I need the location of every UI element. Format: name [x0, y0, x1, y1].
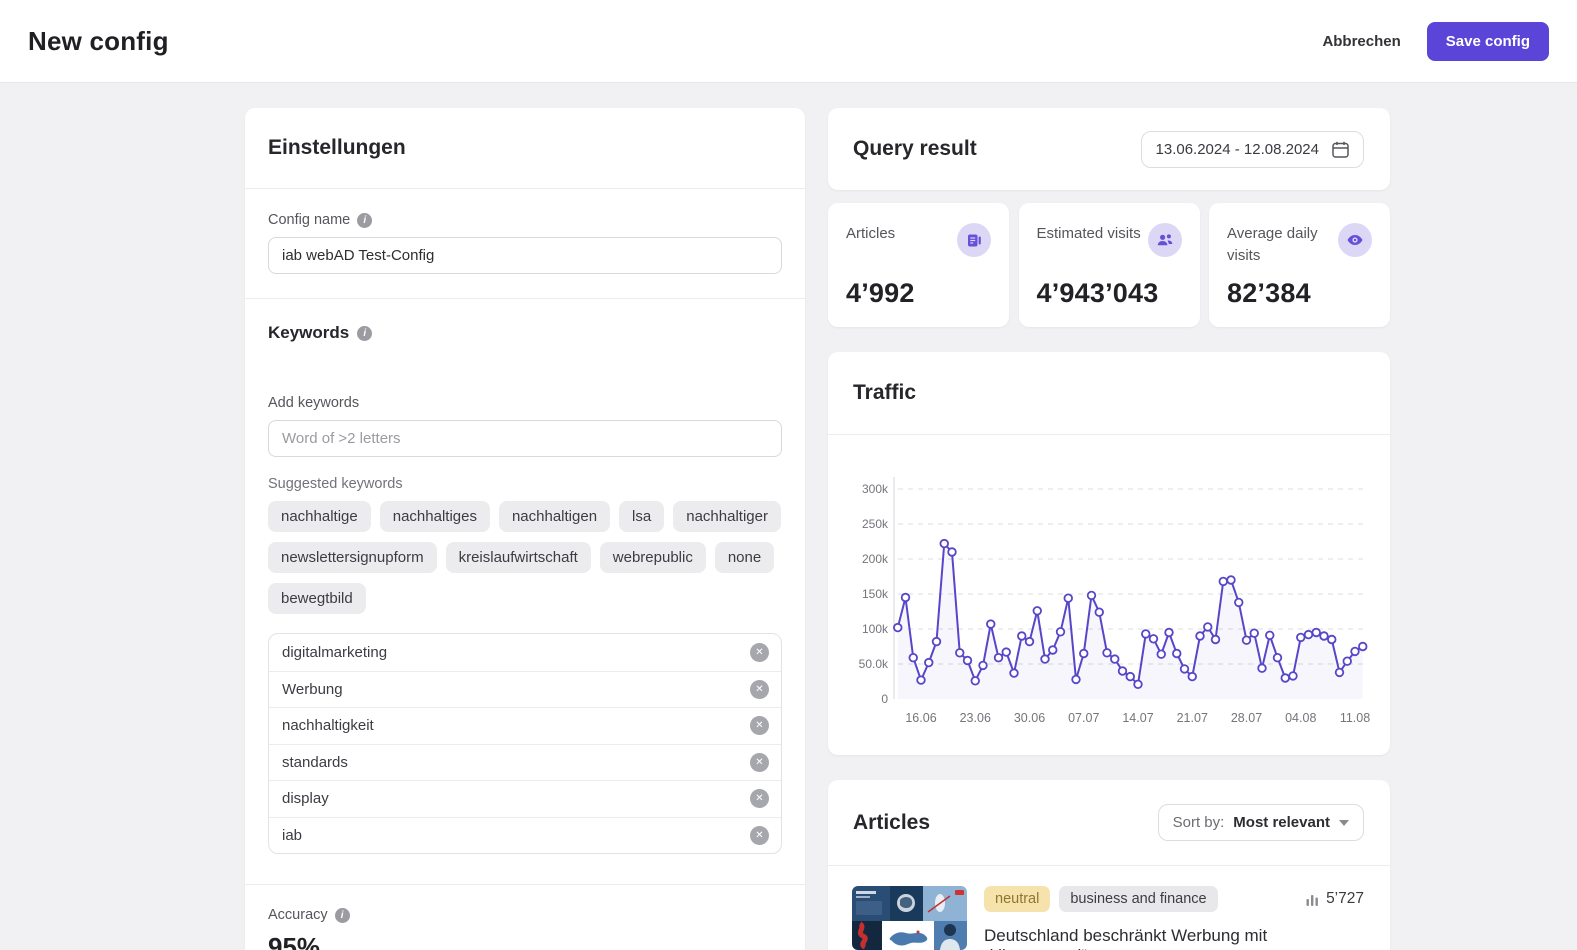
svg-text:11.08: 11.08	[1340, 711, 1370, 725]
suggested-keyword-chip[interactable]: bewegtbild	[268, 583, 366, 614]
remove-keyword-icon[interactable]: ✕	[750, 643, 769, 662]
selected-keyword-row: Werbung ✕	[269, 671, 781, 708]
stat-card-estimated-visits: Estimated visits 4’943’043	[1019, 203, 1200, 327]
users-icon	[1148, 223, 1182, 257]
calendar-icon	[1331, 140, 1350, 159]
info-icon[interactable]: i	[357, 213, 372, 228]
suggested-keyword-chip[interactable]: newslettersignupform	[268, 542, 437, 573]
query-result-title: Query result	[853, 137, 977, 161]
traffic-chart: 0 50.0k 100k 150k 200k 250k 300k 16.06 23.06 30.0…	[828, 435, 1390, 739]
svg-text:250k: 250k	[862, 517, 889, 531]
traffic-chart-svg: 0 50.0k 100k 150k 200k 250k 300k 16.06 23.06 30.0…	[842, 459, 1374, 739]
svg-text:04.08: 04.08	[1285, 711, 1316, 725]
suggested-keyword-chip[interactable]: kreislaufwirtschaft	[446, 542, 591, 573]
traffic-title: Traffic	[853, 381, 916, 405]
articles-card: Articles Sort by: Most relevant	[828, 780, 1390, 950]
selected-keywords-list: digitalmarketing ✕ Werbung ✕ nachhaltigk…	[268, 633, 782, 854]
stat-card-average-daily-visits: Average daily visits 82’384	[1209, 203, 1390, 327]
suggested-keyword-chip[interactable]: nachhaltigen	[499, 501, 610, 532]
accuracy-label: Accuracy i	[268, 907, 782, 923]
suggested-keywords-label: Suggested keywords	[268, 476, 782, 492]
svg-text:30.06: 30.06	[1014, 711, 1045, 725]
cancel-button[interactable]: Abbrechen	[1322, 33, 1400, 50]
remove-keyword-icon[interactable]: ✕	[750, 716, 769, 735]
svg-text:200k: 200k	[862, 552, 889, 566]
selected-keyword-row: digitalmarketing ✕	[269, 634, 781, 671]
chevron-down-icon	[1339, 820, 1349, 826]
sort-by-label: Sort by:	[1173, 814, 1225, 831]
config-name-section: Config name i	[245, 188, 805, 298]
remove-keyword-icon[interactable]: ✕	[750, 826, 769, 845]
selected-keyword-row: standards ✕	[269, 744, 781, 781]
stat-label: Articles	[846, 223, 895, 245]
bar-chart-icon	[1306, 893, 1319, 906]
sort-by-dropdown[interactable]: Sort by: Most relevant	[1158, 804, 1364, 841]
stat-card-articles: Articles 4’992	[828, 203, 1009, 327]
save-config-button[interactable]: Save config	[1427, 22, 1549, 61]
suggested-keyword-chip[interactable]: nachhaltige	[268, 501, 371, 532]
suggested-keyword-chip[interactable]: nachhaltiges	[380, 501, 490, 532]
info-icon[interactable]: i	[335, 908, 350, 923]
selected-keyword-row: iab ✕	[269, 817, 781, 854]
article-views: 5’727	[1326, 890, 1364, 908]
accuracy-value: 95%	[268, 932, 782, 950]
svg-text:300k: 300k	[862, 482, 889, 496]
svg-text:0: 0	[881, 692, 888, 706]
add-keywords-input[interactable]	[268, 420, 782, 457]
date-range-value: 13.06.2024 - 12.08.2024	[1156, 141, 1319, 158]
traffic-card: Traffic 0 50.0k 100k 150k 200k 250k 300k 16.06 2…	[828, 352, 1390, 755]
query-result-card: Query result 13.06.2024 - 12.08.2024	[828, 108, 1390, 190]
article-list-item[interactable]: neutral business and finance 5’727 Deuts…	[828, 866, 1390, 950]
articles-header: Articles Sort by: Most relevant	[828, 780, 1390, 866]
article-headline: Deutschland beschränkt Werbung mit „klim…	[984, 926, 1364, 950]
stat-label: Estimated visits	[1037, 223, 1141, 245]
selected-keyword-row: display ✕	[269, 780, 781, 817]
svg-text:50.0k: 50.0k	[859, 657, 889, 671]
page: New config Abbrechen Save config Einstel…	[0, 0, 1577, 950]
svg-text:14.07: 14.07	[1122, 711, 1153, 725]
settings-header: Einstellungen	[245, 108, 805, 188]
article-thumbnail	[852, 886, 967, 950]
config-name-input[interactable]	[268, 237, 782, 274]
keywords-section: Keywords i Add keywords Suggested keywor…	[245, 298, 805, 884]
suggested-keywords-chips: nachhaltige nachhaltiges nachhaltigen ls…	[268, 501, 782, 614]
remove-keyword-icon[interactable]: ✕	[750, 789, 769, 808]
add-keywords-label: Add keywords	[268, 395, 782, 411]
svg-text:21.07: 21.07	[1177, 711, 1208, 725]
suggested-keyword-chip[interactable]: webrepublic	[600, 542, 706, 573]
suggested-keyword-chip[interactable]: nachhaltiger	[673, 501, 781, 532]
top-bar: New config Abbrechen Save config	[0, 0, 1577, 83]
stat-label: Average daily visits	[1227, 223, 1337, 267]
keywords-title: Keywords i	[268, 323, 782, 343]
articles-title: Articles	[853, 811, 930, 835]
accuracy-section: Accuracy i 95%	[245, 884, 805, 950]
suggested-keyword-chip[interactable]: none	[715, 542, 774, 573]
config-name-label: Config name i	[268, 212, 782, 228]
category-badge: business and finance	[1059, 886, 1217, 912]
sort-by-value: Most relevant	[1233, 814, 1330, 831]
remove-keyword-icon[interactable]: ✕	[750, 753, 769, 772]
settings-card: Einstellungen Config name i Keywords i A…	[245, 108, 805, 950]
svg-text:100k: 100k	[862, 622, 889, 636]
newspaper-icon	[957, 223, 991, 257]
svg-text:150k: 150k	[862, 587, 889, 601]
settings-title: Einstellungen	[268, 136, 406, 160]
eye-icon	[1338, 223, 1372, 257]
date-range-picker[interactable]: 13.06.2024 - 12.08.2024	[1141, 131, 1364, 168]
stat-value: 4’992	[846, 278, 991, 309]
svg-text:16.06: 16.06	[905, 711, 936, 725]
selected-keyword-row: nachhaltigkeit ✕	[269, 707, 781, 744]
suggested-keyword-chip[interactable]: lsa	[619, 501, 664, 532]
traffic-header: Traffic	[828, 352, 1390, 435]
info-icon[interactable]: i	[357, 326, 372, 341]
svg-text:07.07: 07.07	[1068, 711, 1099, 725]
stat-value: 4’943’043	[1037, 278, 1182, 309]
sentiment-badge: neutral	[984, 886, 1050, 912]
remove-keyword-icon[interactable]: ✕	[750, 680, 769, 699]
svg-text:23.06: 23.06	[960, 711, 991, 725]
stat-value: 82’384	[1227, 278, 1372, 309]
topbar-actions: Abbrechen Save config	[1322, 22, 1549, 61]
svg-text:28.07: 28.07	[1231, 711, 1262, 725]
page-title: New config	[28, 26, 169, 57]
